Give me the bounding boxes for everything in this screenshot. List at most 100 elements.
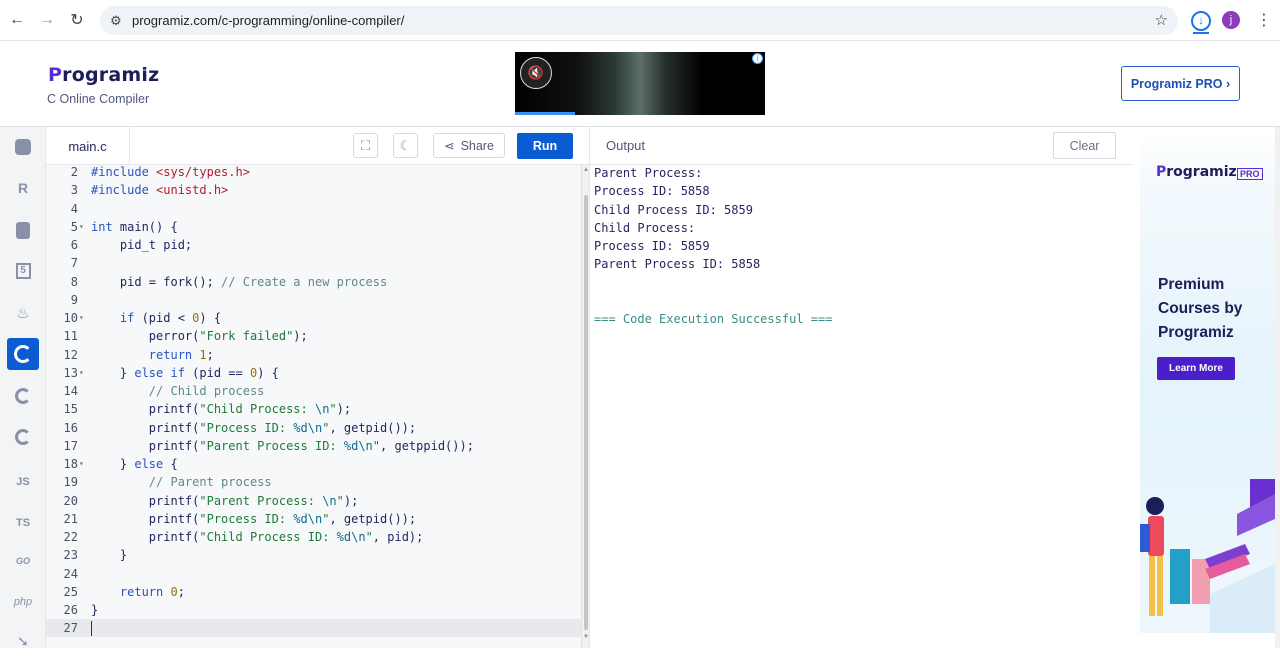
code-text: } else { — [91, 457, 178, 471]
fullscreen-icon[interactable]: ⛶ — [353, 133, 378, 158]
download-icon[interactable]: ↓ — [1191, 11, 1211, 31]
code-line[interactable]: 17 printf("Parent Process ID: %d\n", get… — [46, 437, 581, 455]
profile-avatar[interactable]: j — [1222, 11, 1240, 29]
typescript-icon[interactable]: TS — [7, 507, 39, 539]
share-button[interactable]: ⋖ Share — [433, 133, 505, 158]
line-number: 10 — [63, 311, 78, 325]
ad-illustration — [1140, 479, 1275, 633]
fold-toggle-icon[interactable]: ▾ — [79, 218, 84, 236]
line-number: 25 — [63, 584, 78, 599]
javascript-icon[interactable]: JS — [7, 466, 39, 498]
code-line[interactable]: 18 ▾ } else { — [46, 455, 581, 473]
editor-toolbar: main.c ⛶ ☾ ⋖ Share Run — [46, 127, 589, 165]
fold-toggle-icon[interactable]: ▾ — [79, 309, 84, 327]
code-line[interactable]: 25 return 0; — [46, 583, 581, 601]
code-line[interactable]: 11 perror("Fork failed"); — [46, 327, 581, 345]
code-line[interactable]: 4 — [46, 200, 581, 218]
code-text: } — [91, 548, 128, 563]
cpp-icon[interactable] — [7, 380, 39, 412]
ad-headline: Premium Courses by Programiz — [1158, 276, 1243, 341]
page-scrollbar[interactable] — [1275, 127, 1280, 648]
code-text: printf("Process ID: %d\n", getpid()); — [91, 420, 417, 435]
line-number: 20 — [63, 493, 78, 508]
code-line[interactable]: 5 ▾ int main() { — [46, 218, 581, 236]
code-line[interactable]: 24 — [46, 565, 581, 583]
line-number: 3 — [70, 183, 78, 198]
output-line: Parent Process ID: 5858 — [594, 257, 761, 272]
line-number: 27 — [63, 621, 78, 636]
code-line[interactable]: 20 printf("Parent Process: \n"); — [46, 492, 581, 510]
line-number: 26 — [63, 603, 78, 617]
code-line[interactable]: 9 — [46, 291, 581, 309]
code-line[interactable]: 19 // Parent process — [46, 473, 581, 491]
code-text: } — [91, 603, 99, 617]
programiz-logo[interactable]: Programiz — [48, 64, 159, 86]
html5-icon[interactable]: 5 — [7, 255, 39, 287]
download-progress-icon — [1193, 32, 1209, 34]
line-number: 22 — [63, 530, 78, 544]
dark-mode-icon[interactable]: ☾ — [393, 133, 418, 158]
side-ad-banner[interactable]: Programiz PRO Premium Courses by Program… — [1140, 134, 1275, 633]
code-line[interactable]: 2 #include <sys/types.h> — [46, 163, 581, 181]
bookmark-star-icon[interactable]: ☆ — [1155, 11, 1168, 29]
code-editor[interactable]: 2 #include <sys/types.h> 3 #include <unistd… — [46, 165, 581, 648]
browser-menu-icon[interactable]: ⋮ — [1256, 10, 1272, 30]
ad-info-icon[interactable]: i — [752, 53, 763, 64]
output-line: Child Process ID: 5859 — [594, 202, 753, 217]
code-line[interactable]: 21 printf("Process ID: %d\n", getpid()); — [46, 510, 581, 528]
clear-button[interactable]: Clear — [1053, 132, 1116, 159]
address-bar[interactable]: ⚙ programiz.com/c-programming/online-com… — [100, 6, 1178, 35]
text-cursor — [91, 621, 92, 637]
video-ad-banner[interactable]: 🔇 i — [515, 52, 765, 115]
line-number: 23 — [63, 548, 78, 563]
code-text: if (pid < 0) { — [119, 311, 222, 325]
scrollbar-thumb[interactable] — [584, 195, 588, 630]
output-line: Child Process: — [594, 220, 696, 235]
learn-more-button[interactable]: Learn More — [1157, 357, 1235, 380]
code-line[interactable]: 23 } — [46, 546, 581, 564]
ad-progress-bar — [515, 112, 575, 115]
code-line[interactable]: 22 printf("Child Process ID: %d\n", pid)… — [46, 528, 581, 546]
execution-status: === Code Execution Successful === — [594, 312, 833, 326]
c-language-icon[interactable] — [7, 338, 39, 370]
code-line[interactable]: 12 return 1; — [46, 346, 581, 364]
code-line[interactable]: 8 pid = fork(); // Create a new process — [46, 273, 581, 291]
run-button[interactable]: Run — [517, 133, 573, 159]
go-icon[interactable]: GO — [7, 545, 39, 577]
programiz-pro-button[interactable]: Programiz PRO › — [1121, 66, 1240, 101]
mute-icon[interactable]: 🔇 — [520, 57, 552, 89]
code-line[interactable]: 26} — [46, 601, 581, 619]
code-line[interactable]: 13 ▾ } else if (pid == 0) { — [46, 364, 581, 382]
java-icon[interactable]: ♨ — [7, 297, 39, 329]
file-tab[interactable]: main.c — [46, 127, 130, 165]
code-text: return 0; — [119, 584, 185, 599]
fold-toggle-icon[interactable]: ▾ — [79, 364, 84, 382]
code-line[interactable]: 7 — [46, 254, 581, 272]
code-line[interactable]: 15 printf("Child Process: \n"); — [46, 400, 581, 418]
editor-scrollbar[interactable]: ▲ ▼ — [581, 165, 589, 648]
line-number: 6 — [70, 238, 78, 252]
line-number: 21 — [63, 511, 78, 526]
reload-icon[interactable]: ↻ — [64, 7, 90, 33]
code-line[interactable]: 16 printf("Process ID: %d\n", getpid()); — [46, 419, 581, 437]
r-icon[interactable]: R — [7, 172, 39, 204]
code-line[interactable]: 27 — [46, 619, 581, 638]
code-line[interactable]: 10 ▾ if (pid < 0) { — [46, 309, 581, 327]
swift-icon[interactable]: ➘ — [7, 625, 39, 657]
sql-database-icon[interactable] — [7, 214, 39, 246]
line-number: 13 — [63, 365, 78, 380]
csharp-icon[interactable] — [7, 421, 39, 453]
back-icon[interactable]: ← — [4, 7, 30, 33]
php-icon[interactable]: php — [7, 586, 39, 618]
site-settings-icon[interactable]: ⚙ — [110, 13, 126, 29]
line-number: 17 — [63, 438, 78, 453]
forward-icon[interactable]: → — [34, 7, 60, 33]
code-line[interactable]: 6 pid_t pid; — [46, 236, 581, 254]
code-line[interactable]: 3 #include <unistd.h> — [46, 181, 581, 199]
fold-toggle-icon[interactable]: ▾ — [79, 455, 84, 473]
code-line[interactable]: 14 // Child process — [46, 382, 581, 400]
line-number: 9 — [70, 292, 78, 307]
page-subtitle: C Online Compiler — [47, 92, 150, 106]
python-icon[interactable] — [7, 131, 39, 163]
code-text: int main() { — [91, 219, 178, 234]
